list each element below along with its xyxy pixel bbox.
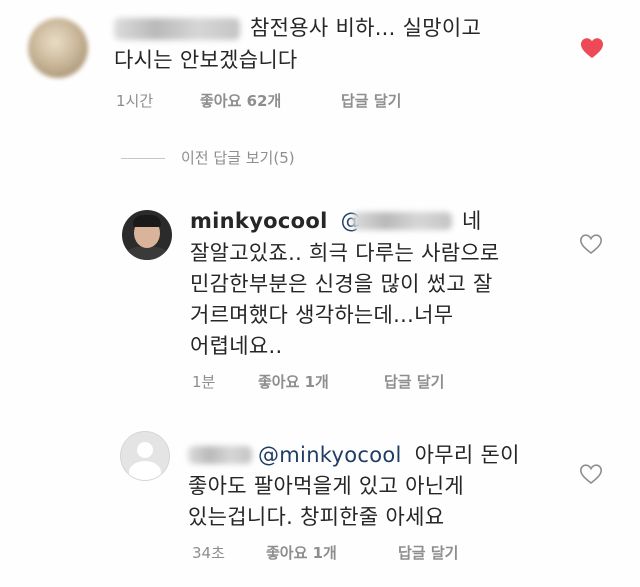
comment-text-fragment: 아무리 돈이 [414,443,520,467]
avatar-hair [133,215,161,227]
reply-username[interactable]: minkyocool [190,209,328,233]
reply-button[interactable]: 답글 달기 [398,543,458,563]
comment-text-line: 네 [462,209,482,233]
comment-text-line: 민감한부분은 신경을 많이 썼고 잘 [190,272,493,296]
commenter-avatar[interactable] [28,18,88,78]
avatar-head-silhouette [137,442,153,458]
comment-text-line: 있는겁니다. 창피한줄 아세요 [188,505,445,529]
view-previous-replies-button[interactable]: 이전 답글 보기(5) [181,148,295,168]
reply-mention[interactable]: @minkyocool [258,443,402,467]
reply-likes-count[interactable]: 좋아요 1개 [266,543,337,563]
mentioned-username-redacted[interactable] [352,212,452,230]
commenter-username-redacted[interactable] [188,446,252,464]
reply-first-line: @minkyocool 아무리 돈이 [258,441,520,470]
reply-first-line: minkyocool @ [190,207,362,236]
comment-text-line: 참전용사 비하... 실망이고 [250,16,482,40]
avatar-body-silhouette [129,461,161,480]
reply-button[interactable]: 답글 달기 [341,91,401,111]
comment-text-line: 잘알고있죠.. 희극 다루는 사람으로 [190,241,500,265]
comment-likes-count[interactable]: 좋아요 62개 [200,91,281,111]
replies-divider [121,158,165,159]
comment-timestamp: 1시간 [116,92,154,110]
comment-text-line: 어렵네요.. [190,334,283,358]
comment-text-line: 다시는 안보겠습니다 [114,48,298,72]
heart-outline-icon[interactable] [579,233,603,255]
default-avatar[interactable] [120,431,170,481]
commenter-username-redacted[interactable] [114,18,240,40]
heart-outline-icon[interactable] [579,463,603,485]
minkyocool-avatar[interactable] [122,210,172,260]
reply-likes-count[interactable]: 좋아요 1개 [258,372,329,392]
comment-text-line: 거르며했다 생각하는데...너무 [190,303,454,327]
reply-timestamp: 34초 [192,544,225,562]
reply-timestamp: 1분 [192,373,216,391]
comment-text-line: 좋아도 팔아먹을게 있고 아닌게 [188,474,464,498]
avatar-shirt [124,246,170,260]
heart-filled-icon[interactable] [580,37,604,59]
comment-thread: 참전용사 비하... 실망이고 다시는 안보겠습니다 1시간 좋아요 62개 답… [0,0,640,587]
reply-button[interactable]: 답글 달기 [384,372,444,392]
